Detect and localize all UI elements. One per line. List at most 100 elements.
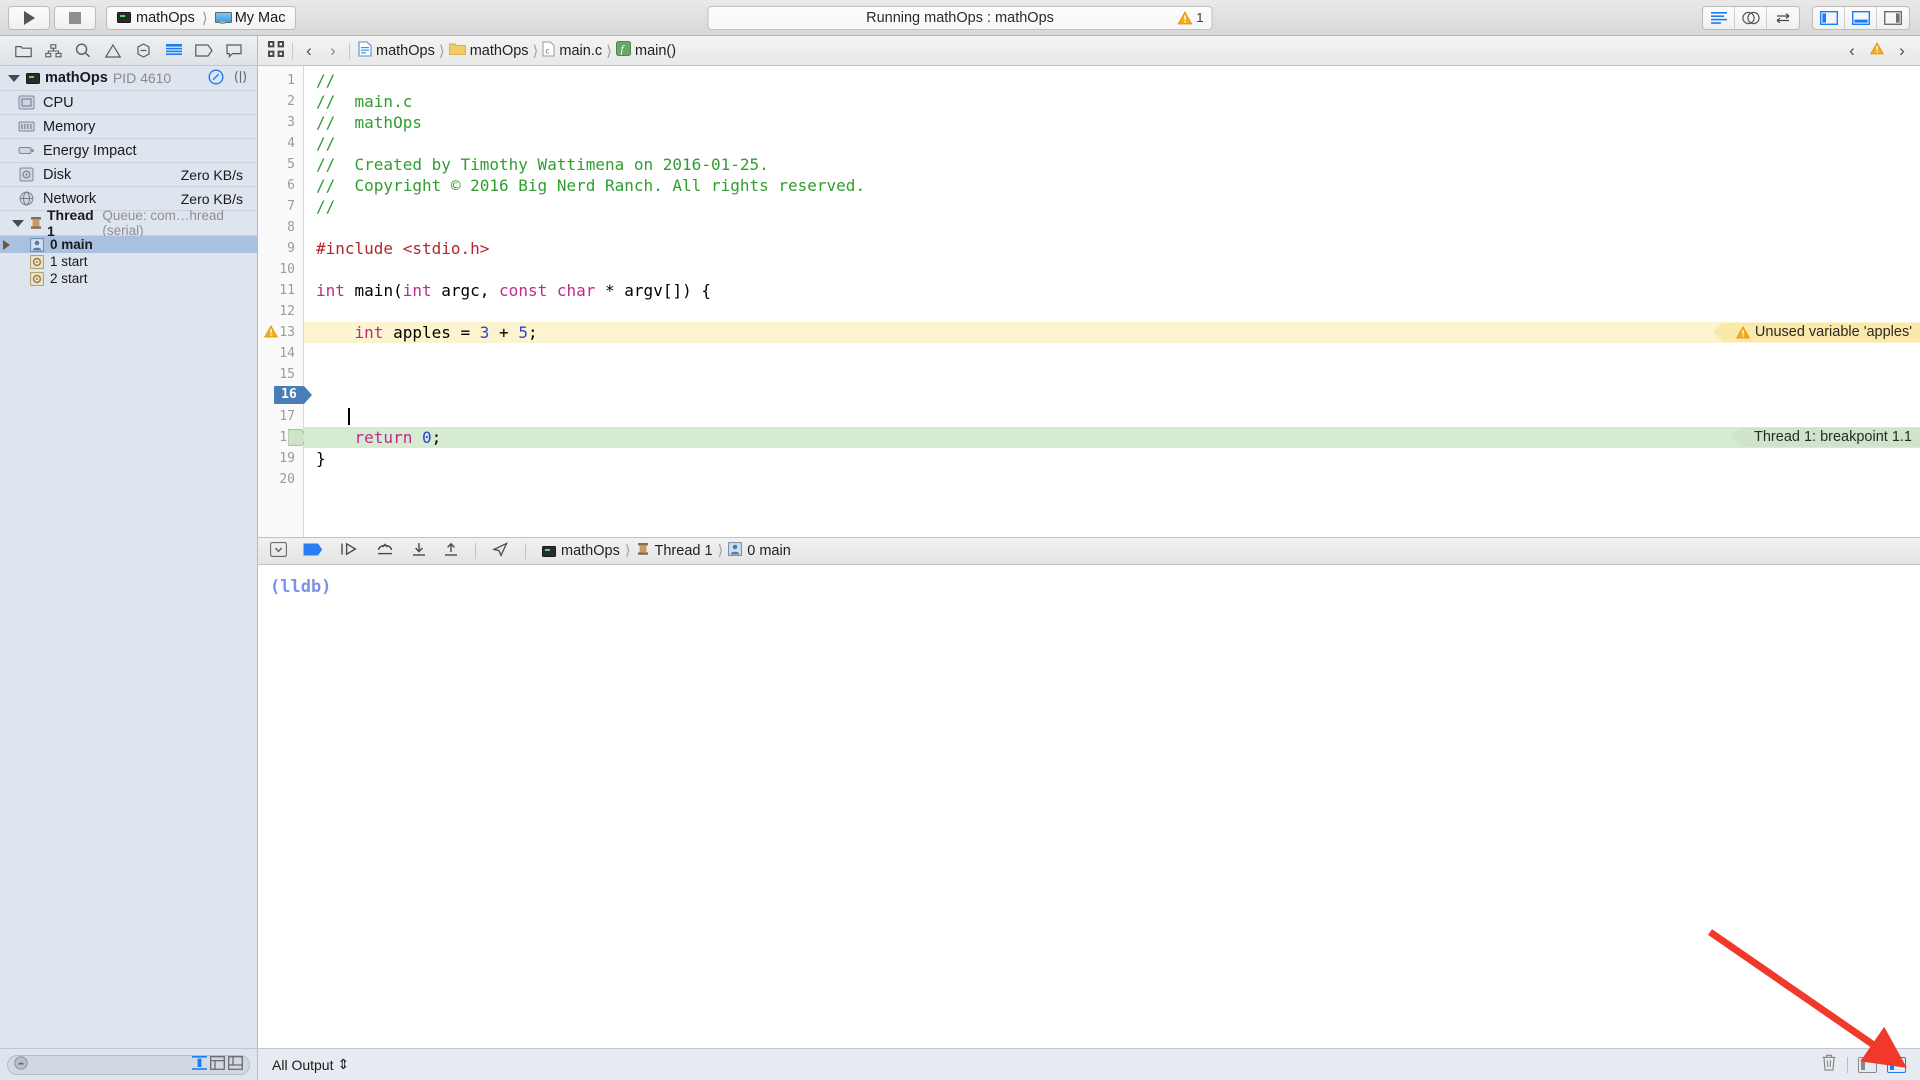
breakpoint-navigator-tab[interactable] — [194, 41, 214, 61]
debug-crumb-2[interactable]: 0 main — [747, 543, 791, 559]
step-over-button[interactable] — [375, 542, 395, 560]
next-issue-button[interactable]: › — [1894, 41, 1910, 61]
hide-debug-area-button[interactable] — [270, 541, 287, 561]
deactivate-breakpoints-button[interactable] — [303, 543, 323, 560]
line-number-6[interactable]: 6 — [258, 175, 295, 196]
warning-annotation[interactable]: Unused variable 'apples' — [1712, 323, 1920, 342]
breadcrumb-item-3[interactable]: main() — [635, 43, 676, 59]
console-output[interactable]: (lldb) — [258, 565, 1920, 1048]
toggle-utilities-button[interactable] — [1877, 7, 1909, 29]
process-row[interactable]: mathOps PID 4610 — [0, 66, 257, 91]
current-line-number-16[interactable]: 16 — [274, 386, 312, 404]
stack-frame-row-1[interactable]: 1 start — [0, 253, 257, 270]
line-number-5[interactable]: 5 — [258, 154, 295, 175]
code-line-18[interactable]: return 0; — [304, 427, 1920, 448]
line-number-14[interactable]: 14 — [258, 343, 295, 364]
report-navigator-tab[interactable] — [224, 41, 244, 61]
code-line-13[interactable]: int apples = 3 + 5; — [304, 322, 1920, 343]
code-line-4[interactable]: // — [304, 133, 1920, 154]
breadcrumb-item-1[interactable]: mathOps — [470, 43, 529, 59]
code-line-17[interactable] — [304, 406, 1920, 427]
previous-issue-button[interactable]: ‹ — [1844, 41, 1860, 61]
line-number-17[interactable]: 17 — [258, 406, 295, 427]
gauge-row-disk[interactable]: Disk Zero KB/s — [0, 163, 257, 187]
code-line-12[interactable] — [304, 301, 1920, 322]
hierarchy-toggle-icon[interactable] — [232, 70, 249, 87]
line-number-3[interactable]: 3 — [258, 112, 295, 133]
go-back-button[interactable]: ‹ — [301, 41, 317, 61]
line-number-11[interactable]: 11 — [258, 280, 295, 301]
step-into-button[interactable] — [411, 542, 427, 561]
continue-button[interactable] — [339, 542, 359, 560]
related-items-icon[interactable] — [268, 40, 284, 61]
toggle-debug-area-button[interactable] — [1845, 6, 1877, 29]
code-line-2[interactable]: // main.c — [304, 91, 1920, 112]
scheme-selector[interactable]: mathOps ⟩ My Mac — [106, 5, 297, 30]
line-number-12[interactable]: 12 — [258, 301, 295, 322]
code-line-8[interactable] — [304, 217, 1920, 238]
code-editor[interactable]: 1 2 3 4 5 6 7 8 9 10 11 12 13 14 15 16 17 18 19 20 //// mai… — [258, 66, 1920, 537]
line-number-9[interactable]: 9 — [258, 238, 295, 259]
code-line-5[interactable]: // Created by Timothy Wattimena on 2016-… — [304, 154, 1920, 175]
toggle-navigator-button[interactable] — [1813, 6, 1845, 29]
line-number-1[interactable]: 1 — [258, 70, 295, 91]
status-warning-group[interactable]: 1 — [1177, 10, 1204, 25]
gauge-row-memory[interactable]: Memory — [0, 115, 257, 139]
thread-row[interactable]: Thread 1 Queue: com…hread (serial) — [0, 207, 257, 239]
line-number-15[interactable]: 15 — [258, 364, 295, 385]
code-line-9[interactable]: #include <stdio.h> — [304, 238, 1920, 259]
version-editor-button[interactable] — [1767, 7, 1799, 29]
code-line-6[interactable]: // Copyright © 2016 Big Nerd Ranch. All … — [304, 175, 1920, 196]
test-navigator-tab[interactable] — [134, 41, 154, 61]
code-line-16[interactable] — [304, 385, 1920, 406]
line-number-19[interactable]: 19 — [258, 448, 295, 469]
filter-scope-segments[interactable] — [192, 1055, 243, 1074]
debug-crumb-0[interactable]: mathOps — [561, 543, 620, 559]
code-line-7[interactable]: // — [304, 196, 1920, 217]
show-console-output-button[interactable] — [1887, 1056, 1906, 1073]
breadcrumb-item-0[interactable]: mathOps — [376, 43, 435, 59]
code-line-11[interactable]: int main(int argc, const char * argv[]) … — [304, 280, 1920, 301]
code-content[interactable]: // // main.c // mathOps // // Created by Tim… — [304, 66, 1920, 537]
project-navigator-tab[interactable] — [13, 41, 33, 61]
standard-editor-button[interactable] — [1703, 6, 1735, 29]
line-number-4[interactable]: 4 — [258, 133, 295, 154]
line-number-gutter[interactable]: 1 2 3 4 5 6 7 8 9 10 11 12 13 14 15 16 17 18 19 20 — [258, 66, 312, 537]
code-line-10[interactable] — [304, 259, 1920, 280]
output-filter-dropdown[interactable]: All Output ⇕ — [272, 1056, 349, 1073]
show-console-variables-button[interactable] — [1858, 1056, 1877, 1073]
code-line-3[interactable]: // mathOps — [304, 112, 1920, 133]
stack-frame-row-2[interactable]: 2 start — [0, 270, 257, 287]
stop-button[interactable] — [54, 5, 96, 30]
breakpoint-annotation[interactable]: Thread 1: breakpoint 1.1 — [1731, 428, 1920, 447]
filter-scope-1-icon[interactable] — [192, 1055, 207, 1074]
filter-scope-2-icon[interactable] — [210, 1055, 225, 1074]
source-control-navigator-tab[interactable] — [43, 41, 63, 61]
code-line-19[interactable]: } — [304, 448, 1920, 469]
code-line-20[interactable] — [304, 469, 1920, 490]
gauge-row-cpu[interactable]: CPU — [0, 91, 257, 115]
panel-toggles-segmented-control[interactable] — [1812, 5, 1910, 30]
line-number-10[interactable]: 10 — [258, 259, 295, 280]
code-line-1[interactable]: // — [304, 70, 1920, 91]
issue-navigator-tab[interactable] — [103, 41, 123, 61]
filter-scope-3-icon[interactable] — [228, 1055, 243, 1074]
line-number-8[interactable]: 8 — [258, 217, 295, 238]
jumpbar-warning-icon[interactable] — [1869, 42, 1885, 59]
gutter-warning-icon[interactable] — [263, 325, 279, 339]
thread-disclosure-icon[interactable] — [12, 219, 24, 227]
filter-input[interactable] — [7, 1054, 250, 1075]
gauge-row-energy[interactable]: Energy Impact — [0, 139, 257, 163]
clear-console-icon[interactable] — [1821, 1054, 1837, 1075]
gauges-toggle-icon[interactable] — [208, 68, 224, 88]
activity-status-bar[interactable]: Running mathOps : mathOps 1 — [707, 5, 1213, 30]
disclosure-triangle-icon[interactable] — [8, 74, 20, 82]
go-forward-button[interactable]: › — [325, 41, 341, 61]
line-number-2[interactable]: 2 — [258, 91, 295, 112]
debug-navigator-tab[interactable] — [164, 41, 184, 61]
line-number-7[interactable]: 7 — [258, 196, 295, 217]
assistant-editor-button[interactable] — [1735, 6, 1767, 29]
step-out-button[interactable] — [443, 542, 459, 561]
code-line-14[interactable] — [304, 343, 1920, 364]
search-navigator-tab[interactable] — [73, 41, 93, 61]
